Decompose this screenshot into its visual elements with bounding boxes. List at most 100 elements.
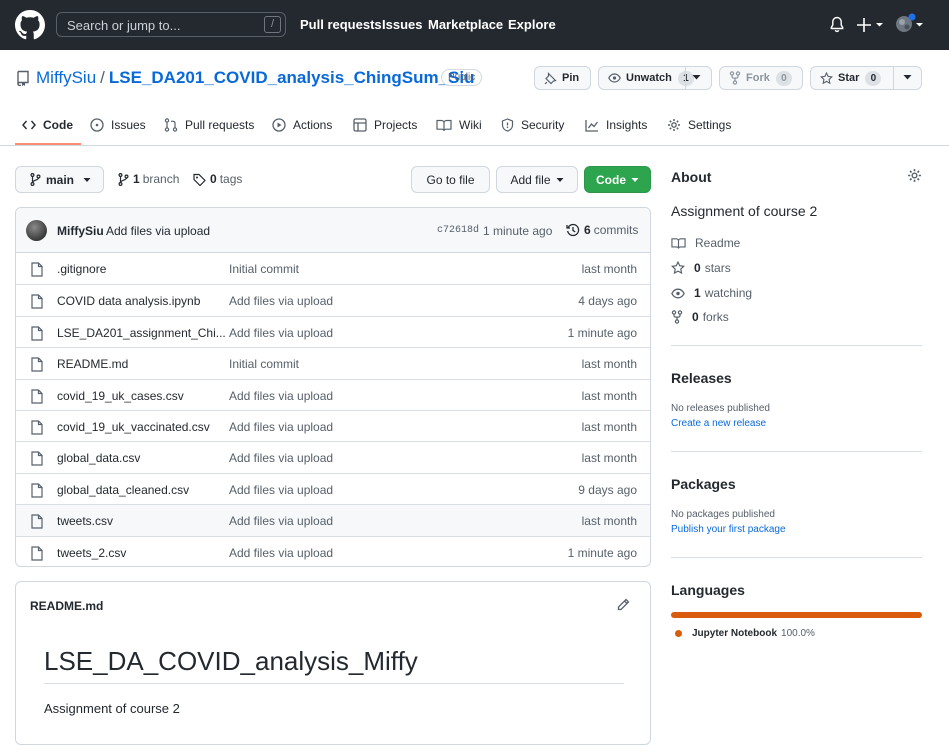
file-commit-age: last month (581, 388, 637, 403)
branches-link[interactable]: 1 branch (118, 172, 179, 186)
table-row[interactable]: LSE_DA201_assignment_Chi... Add files via… (16, 315, 650, 347)
tab-pull-requests[interactable]: Pull requests (164, 118, 254, 132)
commit-sha-link[interactable]: c72618d (437, 225, 479, 236)
repo-name-link[interactable]: LSE_DA201_COVID_analysis_ChingSum_Siu (109, 68, 475, 87)
file-commit-message-link[interactable]: Add files via upload (229, 420, 333, 434)
no-packages-text: No packages published (671, 509, 775, 520)
user-avatar-menu[interactable] (895, 13, 925, 35)
tab-settings[interactable]: Settings (667, 118, 731, 132)
gear-icon[interactable] (907, 168, 922, 183)
table-row[interactable]: README.md Initial commit last month (16, 347, 650, 378)
commit-author-link[interactable]: MiffySiu (57, 224, 104, 238)
tab-insights[interactable]: Insights (585, 118, 647, 132)
file-commit-message-link[interactable]: Add files via upload (229, 514, 333, 528)
releases-heading[interactable]: Releases (671, 370, 732, 386)
table-row[interactable]: .gitignore Initial commit last month (16, 253, 650, 284)
tab-label: Projects (374, 118, 418, 132)
tab-code[interactable]: Code (22, 118, 73, 132)
active-tab-indicator (15, 143, 81, 145)
repo-path: MiffySiu / LSE_DA201_COVID_analysis_ChingS… (36, 68, 475, 88)
file-commit-message-link[interactable]: Initial commit (229, 262, 299, 276)
pin-button[interactable]: Pin (534, 66, 591, 90)
create-new-menu[interactable] (857, 16, 885, 34)
file-commit-message-link[interactable]: Add files via upload (229, 546, 333, 560)
file-icon (31, 357, 43, 372)
packages-heading[interactable]: Packages (671, 476, 736, 492)
repo-owner-link[interactable]: MiffySiu (36, 68, 96, 87)
go-to-file-button[interactable]: Go to file (411, 166, 490, 193)
file-commit-age: last month (581, 262, 637, 276)
file-commit-message-link[interactable]: Add files via upload (229, 483, 333, 497)
fork-button[interactable]: Fork 0 (719, 66, 803, 90)
pencil-icon[interactable] (617, 598, 630, 611)
readme-link[interactable]: Readme (671, 236, 740, 250)
commits-history-link[interactable]: 6 commits (566, 223, 638, 237)
table-row[interactable]: COVID data analysis.ipynb Add files via u… (16, 284, 650, 315)
file-commit-message-link[interactable]: Add files via upload (229, 389, 333, 403)
tab-actions[interactable]: Actions (272, 118, 332, 132)
publish-package-link[interactable]: Publish your first package (671, 524, 786, 535)
watching-count: 1 (694, 286, 701, 300)
global-header: Search or jump to... / Pull requests Iss… (0, 0, 949, 50)
file-name-link[interactable]: global_data.csv (57, 451, 140, 465)
nav-explore[interactable]: Explore (508, 17, 556, 32)
book-icon (436, 119, 452, 132)
nav-marketplace[interactable]: Marketplace (428, 17, 503, 32)
forks-link[interactable]: 0 forks (671, 310, 729, 324)
star-icon (820, 71, 833, 85)
commit-message-link[interactable]: Add files via upload (106, 224, 210, 238)
add-file-button[interactable]: Add file (496, 166, 578, 193)
branch-selector[interactable]: main (15, 166, 104, 193)
table-row[interactable]: tweets.csv Add files via upload last month (16, 504, 650, 536)
star-button[interactable]: Star 0 (810, 66, 922, 90)
file-name-link[interactable]: COVID data analysis.ipynb (57, 294, 200, 308)
tag-count-label: tags (219, 172, 243, 186)
file-name-link[interactable]: tweets_2.csv (57, 546, 126, 560)
branch-count: 1 (133, 172, 140, 186)
language-item[interactable]: Jupyter Notebook 100.0% (675, 628, 815, 639)
nav-issues[interactable]: Issues (382, 17, 422, 32)
code-download-button[interactable]: Code (584, 166, 651, 193)
stars-count: 0 (694, 261, 701, 275)
search-placeholder: Search or jump to... (67, 18, 181, 33)
file-name-link[interactable]: LSE_DA201_assignment_Chi... (57, 326, 226, 340)
table-row[interactable]: covid_19_uk_vaccinated.csv Add files via … (16, 410, 650, 441)
issue-icon (90, 118, 104, 132)
star-icon (671, 261, 685, 275)
readme-link-label: Readme (695, 236, 741, 250)
tab-label: Issues (111, 118, 146, 132)
file-commit-message-link[interactable]: Add files via upload (229, 326, 333, 340)
file-name-link[interactable]: global_data_cleaned.csv (57, 483, 189, 497)
tab-projects[interactable]: Projects (353, 118, 417, 132)
file-name-link[interactable]: covid_19_uk_vaccinated.csv (57, 420, 210, 434)
file-name-link[interactable]: tweets.csv (57, 514, 113, 528)
tags-link[interactable]: 0 tags (193, 172, 242, 186)
avatar[interactable] (26, 220, 47, 241)
repo-path-separator: / (100, 68, 105, 87)
tab-security[interactable]: Security (501, 118, 564, 132)
unwatch-button[interactable]: Unwatch 1 (598, 66, 712, 90)
table-row[interactable]: tweets_2.csv Add files via upload 1 minute… (16, 535, 650, 566)
table-row[interactable]: global_data.csv Add files via upload last … (16, 441, 650, 472)
create-release-link[interactable]: Create a new release (671, 418, 766, 429)
code-icon (22, 119, 36, 131)
table-row[interactable]: global_data_cleaned.csv Add files via upl… (16, 472, 650, 504)
tab-issues[interactable]: Issues (90, 118, 146, 132)
file-name-link[interactable]: covid_19_uk_cases.csv (57, 389, 184, 403)
file-commit-message-link[interactable]: Add files via upload (229, 451, 333, 465)
pull-request-icon (164, 118, 178, 132)
branch-icon (118, 172, 129, 186)
table-row[interactable]: covid_19_uk_cases.csv Add files via uploa… (16, 378, 650, 410)
nav-pull-requests[interactable]: Pull requests (300, 17, 382, 32)
github-logo-icon[interactable] (15, 10, 45, 40)
file-commit-message-link[interactable]: Add files via upload (229, 294, 333, 308)
file-name-link[interactable]: README.md (57, 357, 128, 371)
search-input[interactable]: Search or jump to... / (56, 12, 286, 37)
file-name-link[interactable]: .gitignore (57, 262, 106, 276)
file-commit-age: last month (581, 420, 637, 434)
tab-wiki[interactable]: Wiki (436, 118, 482, 132)
bell-icon[interactable] (829, 16, 845, 33)
stars-link[interactable]: 0 stars (671, 261, 731, 275)
file-commit-message-link[interactable]: Initial commit (229, 357, 299, 371)
watchers-link[interactable]: 1 watching (671, 286, 752, 300)
